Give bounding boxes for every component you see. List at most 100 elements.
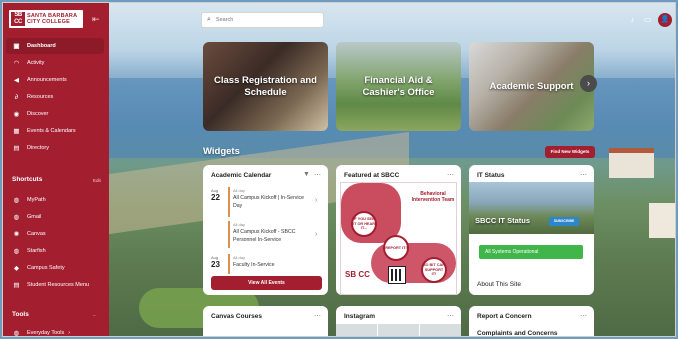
sidebar-item-discover[interactable]: ◉ Discover xyxy=(6,106,104,122)
shortcut-student-resources[interactable]: ▤ Student Resources Menu xyxy=(6,277,104,293)
document-icon: ▤ xyxy=(13,281,20,289)
sidebar-item-activity[interactable]: ◠ Activity xyxy=(6,55,104,71)
notification-bell-icon[interactable]: ♪ xyxy=(628,15,637,24)
quicklink-class-registration[interactable]: Class Registration and Schedule xyxy=(203,42,328,131)
calendar-icon: ▦ xyxy=(13,127,20,135)
shield-icon: ◆ xyxy=(14,264,19,272)
user-avatar[interactable]: 👤 xyxy=(658,13,672,27)
calendar-event[interactable]: Aug 22 All day All Campus Kickoff | In-S… xyxy=(209,187,321,221)
shortcut-gmail[interactable]: ◍ Gmail xyxy=(6,209,104,225)
chevron-right-icon: › xyxy=(315,231,318,238)
widget-instagram: Instagram ⋯ xyxy=(336,306,461,336)
more-options-icon[interactable]: ⋯ xyxy=(580,312,587,320)
shortcut-starfish[interactable]: ◍ Starfish xyxy=(6,243,104,259)
more-options-icon[interactable]: ⋯ xyxy=(447,171,454,179)
shortcuts-edit-link[interactable]: Edit xyxy=(93,178,101,183)
shortcut-mypath[interactable]: ◍ MyPath xyxy=(6,192,104,208)
filter-icon[interactable]: ▼ xyxy=(303,171,310,178)
tools-everyday[interactable]: ◍ Everyday Tools › xyxy=(6,325,104,337)
collapse-sidebar-icon[interactable]: ⇤ xyxy=(92,14,102,24)
globe-icon: ◍ xyxy=(13,329,20,337)
shortcuts-heading: Shortcuts xyxy=(12,176,43,183)
subscribe-button[interactable]: SUBSCRIBE xyxy=(549,217,579,226)
poster-bubble: IF YOU SEE IT OR HEAR IT... xyxy=(351,211,377,237)
widget-academic-calendar: Academic Calendar ▼ ⋯ Aug 22 All day All… xyxy=(203,165,328,295)
poster-bubble: SO BIT CAN SUPPORT IT! xyxy=(421,257,447,283)
sidebar-item-label: Discover xyxy=(27,111,49,117)
globe-icon: ◍ xyxy=(13,196,20,204)
quicklink-label: Class Registration and Schedule xyxy=(214,74,317,98)
globe-icon: ◍ xyxy=(13,213,20,221)
shortcut-label: MyPath xyxy=(27,197,46,203)
event-time: All day xyxy=(233,222,246,227)
tools-collapse-icon[interactable]: – xyxy=(93,313,96,318)
more-options-icon[interactable]: ⋯ xyxy=(314,171,321,179)
calendar-event[interactable]: All day All Campus Kickoff - SBCC Person… xyxy=(209,221,321,251)
chevron-right-icon: › xyxy=(587,78,590,88)
shortcut-campus-safety[interactable]: ◆ Campus Safety xyxy=(6,260,104,276)
event-title: All Campus Kickoff | In-Service Day xyxy=(233,195,305,209)
quicklink-label: Academic Support xyxy=(489,80,574,92)
about-site-link[interactable]: About This Site xyxy=(477,281,521,288)
sidebar-item-label: Resources xyxy=(27,94,54,100)
widget-title: Academic Calendar xyxy=(211,172,272,179)
search-bar[interactable]: ⌕ xyxy=(201,12,324,28)
widget-it-status: IT Status ⋯ SBCC IT Status SUBSCRIBE All… xyxy=(469,165,594,295)
more-options-icon[interactable]: ⋯ xyxy=(580,171,587,179)
it-status-image-label: SBCC IT Status xyxy=(475,216,531,225)
chat-icon[interactable]: ▭ xyxy=(643,15,652,24)
sidebar-item-announcements[interactable]: ◀ Announcements xyxy=(6,72,104,88)
search-input[interactable] xyxy=(215,17,311,23)
sidebar: SB CC SANTA BARBARA CITY COLLEGE ⇤ ▣ Dash… xyxy=(3,3,109,337)
logo-mark: SB CC xyxy=(11,12,25,26)
sidebar-item-dashboard[interactable]: ▣ Dashboard xyxy=(6,38,104,54)
carousel-next-button[interactable]: › xyxy=(580,75,597,92)
event-title: Faculty In-Service xyxy=(233,262,275,268)
rss-icon: ◠ xyxy=(13,59,20,67)
view-all-events-button[interactable]: View All Events xyxy=(211,276,322,290)
event-day: 22 xyxy=(211,193,220,202)
poster-title: Behavioral Intervention Team xyxy=(411,191,455,203)
widget-title: Instagram xyxy=(344,313,376,320)
quicklink-label: Financial Aid & Cashier's Office xyxy=(362,74,435,98)
sidebar-item-directory[interactable]: ▤ Directory xyxy=(6,140,104,156)
tools-heading: Tools xyxy=(12,311,29,318)
quicklink-financial-aid[interactable]: Financial Aid & Cashier's Office xyxy=(336,42,461,131)
featured-poster[interactable]: Behavioral Intervention Team IF YOU SEE … xyxy=(340,182,457,295)
sidebar-item-events[interactable]: ▦ Events & Calendars xyxy=(6,123,104,139)
calendar-event[interactable]: Aug 23 All day Faculty In-Service xyxy=(209,254,321,274)
globe-icon: ◍ xyxy=(13,247,20,255)
sbcc-logo[interactable]: SB CC SANTA BARBARA CITY COLLEGE xyxy=(9,10,83,28)
qr-code xyxy=(388,266,406,284)
event-day: 23 xyxy=(211,260,220,269)
sidebar-item-label: Events & Calendars xyxy=(27,128,76,134)
widget-canvas-courses: Canvas Courses ⋯ xyxy=(203,306,328,336)
app-window: SB CC SANTA BARBARA CITY COLLEGE ⇤ ▣ Dash… xyxy=(2,2,676,337)
dashboard-icon: ▣ xyxy=(13,42,20,50)
shortcut-label: Canvas xyxy=(27,231,46,237)
widget-title: Featured at SBCC xyxy=(344,172,400,179)
tools-item-label: Everyday Tools xyxy=(27,330,65,336)
canvas-icon: ✺ xyxy=(13,230,20,238)
instagram-thumbnails[interactable] xyxy=(336,324,461,336)
widget-report-concern: Report a Concern ⋯ Complaints and Concer… xyxy=(469,306,594,336)
compass-icon: ◉ xyxy=(13,110,20,118)
sidebar-item-label: Dashboard xyxy=(27,43,56,49)
shortcut-label: Gmail xyxy=(27,214,42,220)
poster-logo: SB CC xyxy=(345,270,370,279)
event-time: All day xyxy=(233,255,246,260)
widget-featured: Featured at SBCC ⋯ Behavioral Interventi… xyxy=(336,165,461,295)
quicklink-academic-support[interactable]: Academic Support xyxy=(469,42,594,131)
more-options-icon[interactable]: ⋯ xyxy=(314,312,321,320)
event-title: All Campus Kickoff - SBCC Personnel In-S… xyxy=(233,229,296,243)
shortcut-label: Student Resources Menu xyxy=(27,282,90,288)
poster-bubble: REPORT IT! xyxy=(383,235,409,261)
sidebar-item-resources[interactable]: ∂ Resources xyxy=(6,89,104,105)
find-new-widgets-button[interactable]: Find New Widgets xyxy=(545,146,595,158)
shortcut-canvas[interactable]: ✺ Canvas xyxy=(6,226,104,242)
report-subtitle[interactable]: Complaints and Concerns xyxy=(477,330,558,336)
it-status-image[interactable]: SBCC IT Status SUBSCRIBE xyxy=(469,182,594,234)
more-options-icon[interactable]: ⋯ xyxy=(447,312,454,320)
shortcut-label: Campus Safety xyxy=(27,265,65,271)
directory-icon: ▤ xyxy=(13,144,20,152)
